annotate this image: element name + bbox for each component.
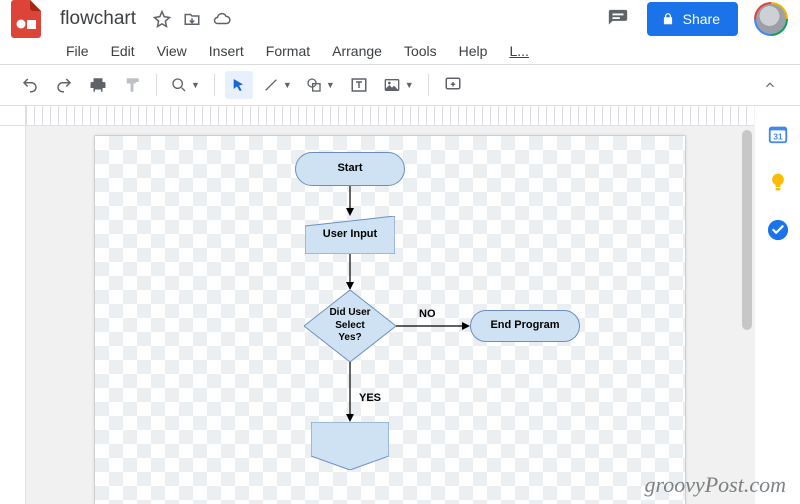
connector-no[interactable] (396, 324, 470, 328)
shape-decision-label: Did User Select Yes? (329, 307, 370, 345)
scrollbar-thumb[interactable] (742, 130, 752, 330)
redo-button[interactable] (50, 71, 78, 99)
star-icon[interactable] (152, 9, 172, 29)
toolbar-separator (428, 74, 429, 96)
document-title[interactable]: flowchart (54, 4, 142, 34)
collapse-toolbar-button[interactable] (756, 71, 784, 99)
edge-no-label: NO (419, 308, 436, 320)
chevron-down-icon: ▼ (191, 80, 200, 90)
ruler-horizontal[interactable] (26, 106, 754, 126)
share-button[interactable]: Share (647, 2, 738, 36)
menu-insert[interactable]: Insert (199, 41, 254, 61)
cloud-status-icon[interactable] (212, 9, 232, 29)
chevron-down-icon: ▼ (326, 80, 335, 90)
chevron-down-icon: ▼ (283, 80, 292, 90)
account-avatar[interactable] (754, 2, 788, 36)
drawing-page[interactable]: Start User Input (95, 136, 685, 504)
toolbar-separator (156, 74, 157, 96)
shape-tool[interactable]: ▼ (302, 71, 339, 99)
image-tool[interactable]: ▼ (379, 71, 418, 99)
menu-tools[interactable]: Tools (394, 41, 447, 61)
scrollbar-vertical[interactable] (740, 126, 754, 504)
shape-end-program-label: End Program (490, 319, 559, 333)
shape-end-program[interactable]: End Program (470, 310, 580, 342)
textbox-tool[interactable] (345, 71, 373, 99)
toolbar-separator (214, 74, 215, 96)
menu-file[interactable]: File (56, 41, 99, 61)
lock-icon (661, 12, 675, 26)
shape-decision[interactable]: Did User Select Yes? (304, 290, 396, 362)
insert-comment-button[interactable] (439, 71, 467, 99)
menu-help[interactable]: Help (449, 41, 498, 61)
print-button[interactable] (84, 71, 112, 99)
share-button-label: Share (683, 11, 720, 27)
paint-format-button[interactable] (118, 71, 146, 99)
ruler-vertical[interactable] (0, 126, 26, 504)
line-tool[interactable]: ▼ (259, 71, 296, 99)
undo-button[interactable] (16, 71, 44, 99)
select-tool[interactable] (225, 71, 253, 99)
side-panel: 31 (754, 106, 800, 504)
menu-view[interactable]: View (147, 41, 197, 61)
edge-yes-label: YES (359, 392, 381, 404)
calendar-icon[interactable]: 31 (766, 122, 790, 146)
zoom-button[interactable]: ▼ (167, 71, 204, 99)
menu-arrange[interactable]: Arrange (322, 41, 392, 61)
svg-text:31: 31 (773, 133, 783, 142)
shape-start[interactable]: Start (295, 152, 405, 186)
shape-start-label: Start (337, 162, 362, 176)
shape-user-input[interactable]: User Input (305, 216, 395, 254)
menu-format[interactable]: Format (256, 41, 320, 61)
shape-user-input-label: User Input (323, 228, 377, 242)
keep-icon[interactable] (766, 170, 790, 194)
toolbar: ▼ ▼ ▼ ▼ (0, 64, 800, 106)
comment-history-icon[interactable] (605, 6, 631, 32)
shape-offpage[interactable] (311, 422, 389, 470)
ruler-corner (0, 106, 26, 126)
move-icon[interactable] (182, 9, 202, 29)
chevron-down-icon: ▼ (405, 80, 414, 90)
connector[interactable] (348, 186, 352, 216)
connector-yes[interactable] (348, 362, 352, 422)
connector[interactable] (348, 254, 352, 290)
menu-edit[interactable]: Edit (101, 41, 145, 61)
app-icon[interactable] (8, 1, 44, 37)
tasks-icon[interactable] (766, 218, 790, 242)
canvas[interactable]: Start User Input (26, 126, 754, 504)
menu-overflow[interactable]: L... (499, 41, 538, 61)
menu-bar: File Edit View Insert Format Arrange Too… (0, 38, 800, 64)
